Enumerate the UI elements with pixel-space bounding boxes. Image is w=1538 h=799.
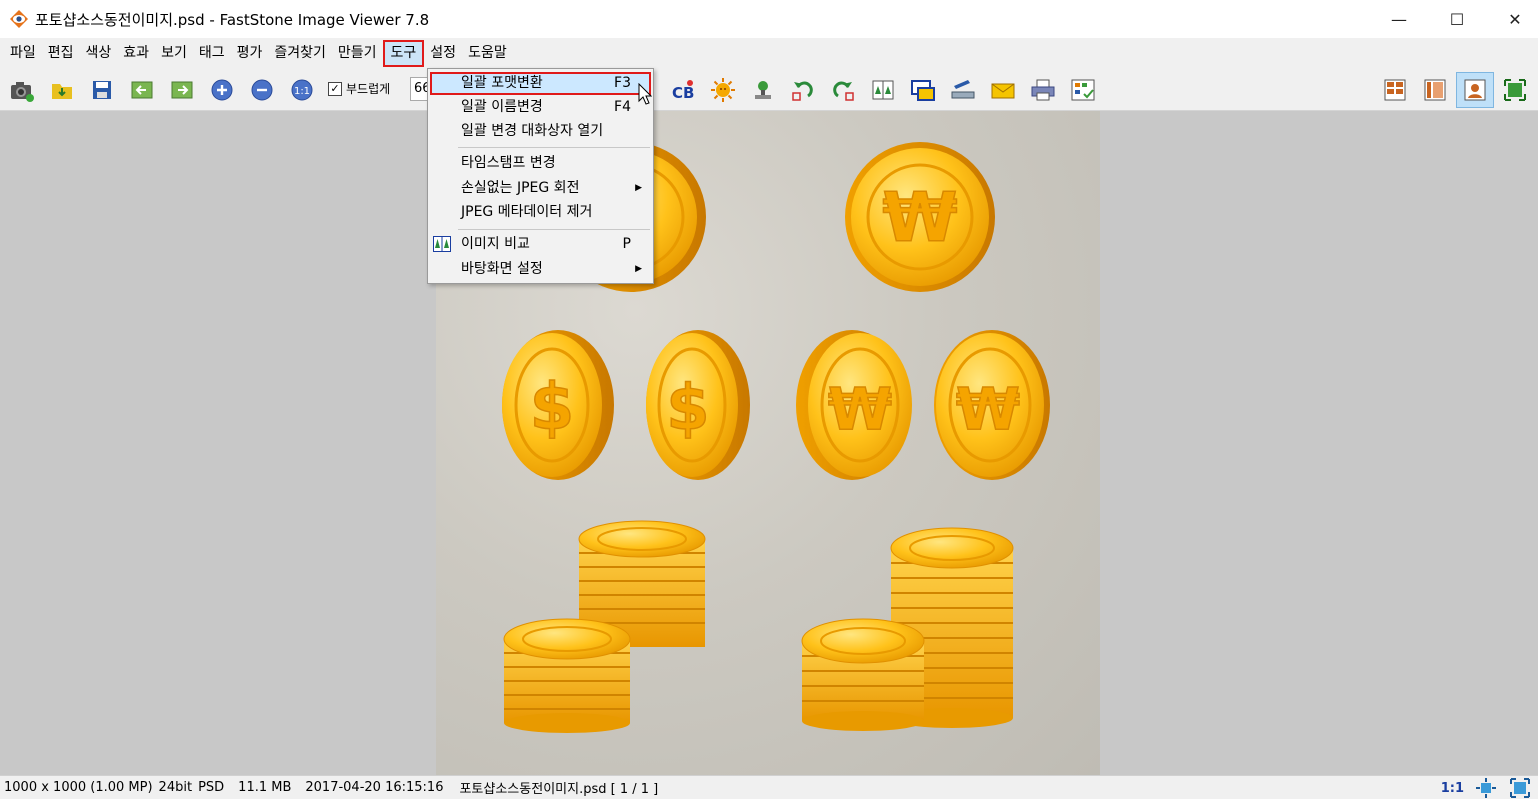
won-symbol: ₩ xyxy=(882,179,957,258)
won-coin-tilted-2: ₩ xyxy=(934,330,1050,480)
print-icon[interactable] xyxy=(1030,77,1056,103)
menu-item-batch-dialog[interactable]: 일괄 변경 대화상자 열기 xyxy=(430,120,651,143)
close-button[interactable]: ✕ xyxy=(1492,0,1538,38)
menu-item-batch-rename[interactable]: 일괄 이름변경 F4 xyxy=(430,96,651,119)
layout-viewer-icon[interactable] xyxy=(1456,72,1494,108)
minimize-button[interactable]: — xyxy=(1376,0,1422,38)
previous-icon[interactable] xyxy=(129,77,155,103)
smooth-checkbox[interactable]: ✓ 부드럽게 xyxy=(328,80,390,97)
submenu-arrow-icon: ▶ xyxy=(635,183,642,193)
scanner-icon[interactable] xyxy=(950,77,976,103)
maximize-button[interactable]: ☐ xyxy=(1434,0,1480,38)
menu-edit[interactable]: 편집 xyxy=(42,40,80,67)
window-title: 포토샵소스동전이미지.psd - FastStone Image Viewer … xyxy=(35,10,430,29)
slideshow-icon[interactable] xyxy=(910,77,936,103)
file-size: 11.1 MB xyxy=(238,780,292,795)
svg-text:1:1: 1:1 xyxy=(294,86,310,97)
status-bar: 1000 x 1000 (1.00 MP) 24bit PSD 11.1 MB … xyxy=(0,775,1538,799)
menu-view[interactable]: 보기 xyxy=(155,40,193,67)
scale-indicator[interactable]: 1:1 xyxy=(1441,781,1464,796)
rotate-right-icon[interactable] xyxy=(830,77,856,103)
menu-item-set-wallpaper[interactable]: 바탕화면 설정 ▶ xyxy=(430,258,651,281)
menu-item-remove-metadata[interactable]: JPEG 메타데이터 제거 xyxy=(430,201,651,224)
layout-preview-icon[interactable] xyxy=(1422,77,1448,103)
dollar-coin-stack-short xyxy=(503,618,631,733)
stamp-icon[interactable] xyxy=(750,77,776,103)
camera-icon[interactable] xyxy=(9,77,35,103)
cb-color-icon[interactable]: CB xyxy=(670,77,696,103)
won-symbol: ₩ xyxy=(956,375,1020,443)
menu-tools[interactable]: 도구 xyxy=(382,40,425,67)
compare-icon[interactable] xyxy=(870,77,896,103)
file-name-position: 포토샵소스동전이미지.psd [ 1 / 1 ] xyxy=(459,782,659,797)
zoom-out-icon[interactable] xyxy=(249,77,275,103)
tools-dropdown-menu: 일괄 포맷변환 F3 일괄 이름변경 F4 일괄 변경 대화상자 열기 타임스탬… xyxy=(427,68,654,284)
menu-favorites[interactable]: 즐겨찾기 xyxy=(268,40,332,67)
mouse-cursor-icon xyxy=(638,83,652,105)
menu-bar: 파일 편집 색상 효과 보기 태그 평가 즐겨찾기 만들기 도구 설정 도움말 xyxy=(0,38,1538,69)
image-viewer[interactable]: ₩ $ $ ₩ ₩ xyxy=(0,111,1538,775)
dollar-coin-tilted-1: $ xyxy=(502,330,614,480)
checkmark-icon: ✓ xyxy=(328,81,342,96)
title-bar: 포토샵소스동전이미지.psd - FastStone Image Viewer … xyxy=(0,0,1538,38)
menu-item-change-timestamp[interactable]: 타임스탬프 변경 xyxy=(430,152,651,175)
won-coin-stack-short xyxy=(801,618,925,731)
actual-size-icon[interactable]: 1:1 xyxy=(289,77,315,103)
menu-rating[interactable]: 평가 xyxy=(231,40,269,67)
toolbar: 1:1 CB xyxy=(0,69,1538,111)
compare-images-icon xyxy=(433,236,451,252)
menu-effects[interactable]: 효과 xyxy=(117,40,155,67)
menu-tag[interactable]: 태그 xyxy=(193,40,231,67)
won-coin-large: ₩ xyxy=(845,142,995,292)
full-screen-status-icon[interactable] xyxy=(1510,778,1530,798)
menu-file[interactable]: 파일 xyxy=(4,40,42,67)
menu-settings[interactable]: 설정 xyxy=(424,40,462,67)
won-coin-tilted-1: ₩ xyxy=(796,330,912,480)
menu-item-compare-images[interactable]: 이미지 비교 P xyxy=(430,233,651,256)
zoom-in-icon[interactable] xyxy=(209,77,235,103)
next-icon[interactable] xyxy=(169,77,195,103)
menu-separator xyxy=(458,147,650,148)
fullscreen-icon[interactable] xyxy=(1502,77,1528,103)
won-symbol: ₩ xyxy=(828,375,892,443)
submenu-arrow-icon: ▶ xyxy=(635,264,642,274)
app-eye-icon xyxy=(10,10,28,28)
menu-item-batch-convert[interactable]: 일괄 포맷변환 F3 xyxy=(430,72,651,95)
menu-item-lossless-rotate[interactable]: 손실없는 JPEG 회전 ▶ xyxy=(430,177,651,200)
email-icon[interactable] xyxy=(990,77,1016,103)
menu-color[interactable]: 색상 xyxy=(80,40,118,67)
fit-window-icon[interactable] xyxy=(1476,778,1496,798)
menu-help[interactable]: 도움말 xyxy=(462,40,513,67)
dollar-coin-tilted-2: $ xyxy=(646,330,750,480)
menu-separator xyxy=(458,229,650,230)
contact-sheet-icon[interactable] xyxy=(1070,77,1096,103)
save-icon[interactable] xyxy=(89,77,115,103)
layout-browser-icon[interactable] xyxy=(1382,77,1408,103)
dollar-symbol: $ xyxy=(666,371,709,444)
file-datetime: 2017-04-20 16:15:16 xyxy=(305,780,444,795)
image-dimensions: 1000 x 1000 (1.00 MP) xyxy=(4,780,153,795)
smooth-label: 부드럽게 xyxy=(346,82,391,96)
dollar-symbol: $ xyxy=(530,371,575,445)
svg-text:CB: CB xyxy=(672,84,694,102)
menu-create[interactable]: 만들기 xyxy=(332,40,383,67)
image-bitdepth: 24bit xyxy=(158,780,193,795)
sun-effects-icon[interactable] xyxy=(710,77,736,103)
image-format: PSD xyxy=(198,780,225,795)
rotate-left-icon[interactable] xyxy=(790,77,816,103)
open-folder-icon[interactable] xyxy=(49,77,75,103)
